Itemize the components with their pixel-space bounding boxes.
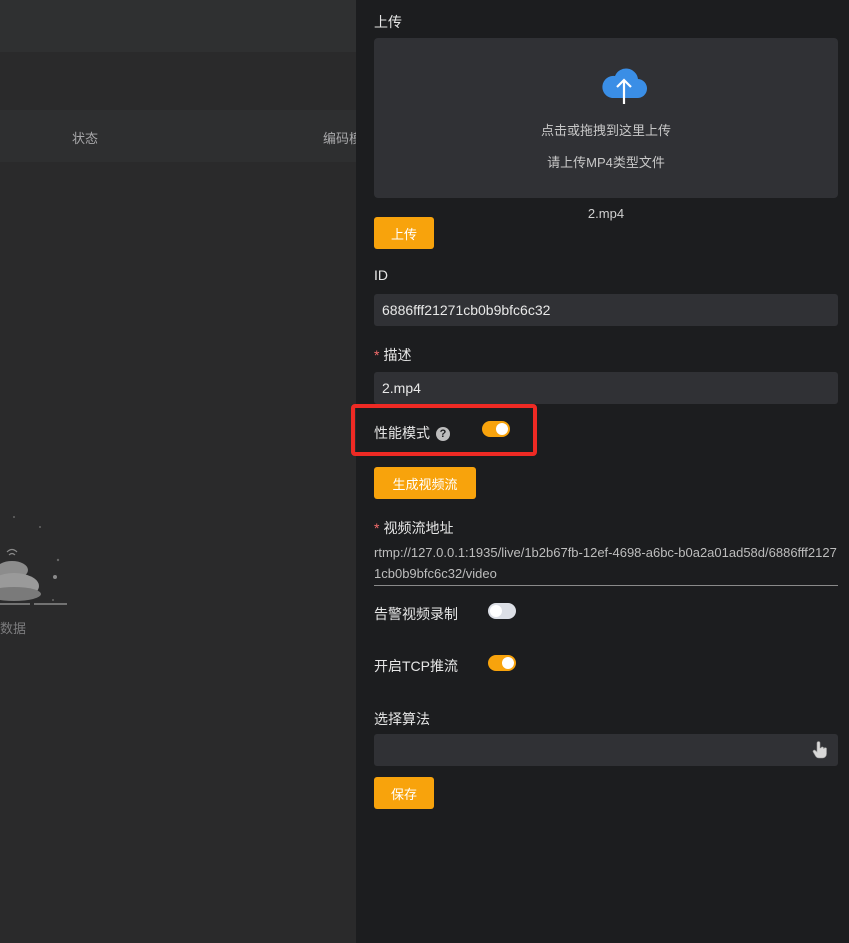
cloud-upload-icon	[600, 64, 648, 111]
id-field[interactable]	[374, 294, 838, 326]
save-button[interactable]: 保存	[374, 777, 434, 809]
description-label: * 描述	[374, 345, 411, 365]
switch-knob	[502, 657, 514, 669]
upload-dropzone[interactable]: 点击或拖拽到这里上传 请上传MP4类型文件	[374, 38, 838, 198]
edit-drawer: 上传 点击或拖拽到这里上传 请上传MP4类型文件 2.mp4 上传 ID *描述…	[356, 0, 849, 943]
highlight-annotation	[351, 404, 537, 456]
alarm-recording-label: 告警视频录制	[374, 606, 458, 622]
empty-data-icon	[0, 516, 67, 605]
empty-state: 数据	[0, 510, 80, 640]
background-topbar	[0, 0, 356, 52]
upload-hint: 点击或拖拽到这里上传	[540, 123, 671, 138]
tcp-push-switch[interactable]	[488, 655, 516, 671]
background-table-header: 状态 编码模	[0, 110, 362, 162]
stream-url-label: * 视频流地址	[374, 518, 453, 538]
upload-label: 上传	[374, 14, 402, 30]
background-main	[0, 52, 356, 943]
description-label-text: 描述	[383, 347, 412, 363]
upload-tip: 请上传MP4类型文件	[547, 155, 665, 170]
switch-knob	[490, 605, 502, 617]
id-label: ID	[374, 267, 388, 283]
column-header-status: 状态	[72, 131, 99, 146]
algorithm-label: 选择算法	[374, 711, 430, 727]
upload-button[interactable]: 上传	[374, 217, 434, 249]
description-field[interactable]	[374, 372, 838, 404]
required-mark: *	[374, 347, 380, 363]
alarm-recording-switch[interactable]	[488, 603, 516, 619]
algorithm-select[interactable]	[374, 734, 838, 766]
empty-text: 数据	[0, 621, 27, 636]
uploaded-file-name: 2.mp4	[587, 206, 625, 221]
pointer-hand-icon	[812, 741, 828, 764]
generate-stream-button[interactable]: 生成视频流	[374, 467, 476, 499]
stream-url-label-text: 视频流地址	[383, 520, 454, 536]
stream-url-field[interactable]: rtmp://127.0.0.1:1935/live/1b2b67fb-12ef…	[374, 542, 838, 586]
tcp-push-label: 开启TCP推流	[374, 658, 458, 674]
required-mark: *	[374, 520, 380, 536]
